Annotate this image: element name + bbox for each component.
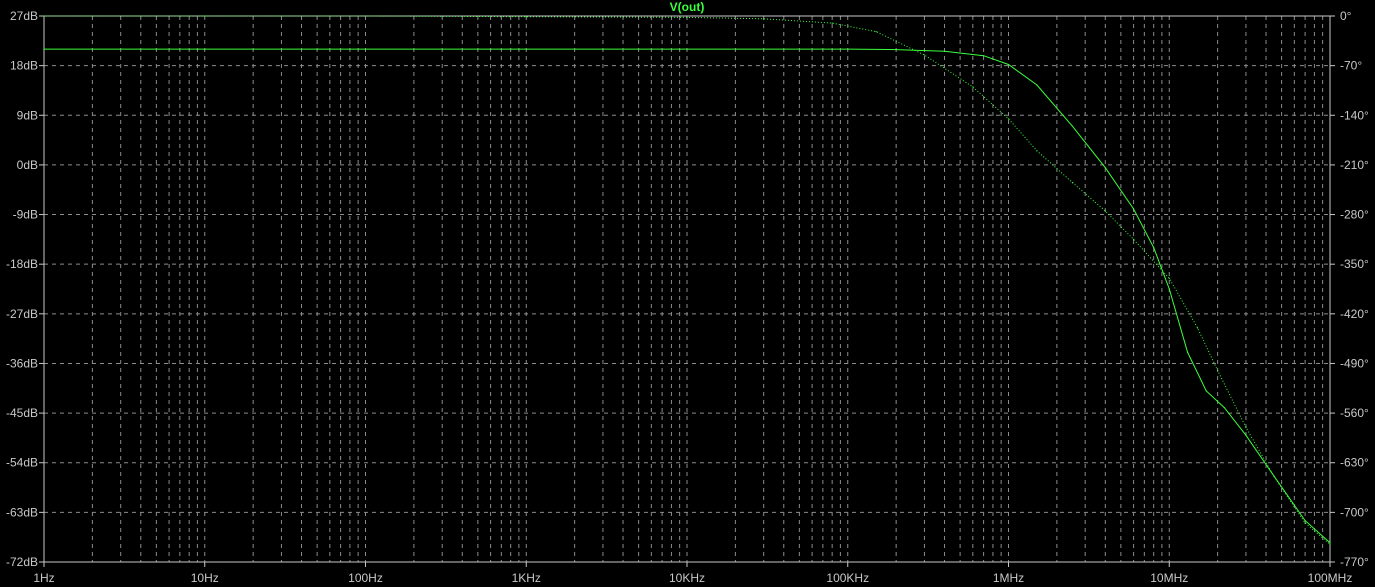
magnitude-data-point xyxy=(1304,520,1306,522)
y-right-tick-label: -350° xyxy=(1340,257,1369,271)
y-right-tick-label: -420° xyxy=(1340,307,1369,321)
x-tick-label: 10KHz xyxy=(669,571,705,585)
magnitude-data-point xyxy=(1186,351,1189,354)
phase-data-point xyxy=(1071,182,1074,184)
y-right-tick-label: -70° xyxy=(1340,59,1362,73)
phase-data-point xyxy=(525,16,527,18)
y-left-tick-label: -36dB xyxy=(6,356,38,370)
y-right-tick-label: -280° xyxy=(1340,208,1369,222)
y-right-tick-label: -140° xyxy=(1340,108,1369,122)
y-left-tick-label: -18dB xyxy=(6,257,38,271)
phase-data-point xyxy=(43,15,45,17)
magnitude-data-point xyxy=(1205,390,1207,392)
phase-data-point xyxy=(875,31,877,33)
y-right-tick-label: -490° xyxy=(1340,356,1369,370)
magnitude-data-point xyxy=(43,48,45,50)
y-right-tick-label: -630° xyxy=(1340,456,1369,470)
phase-data-point xyxy=(972,86,974,88)
phase-data-point xyxy=(686,16,688,19)
y-left-tick-label: -9dB xyxy=(13,208,38,222)
magnitude-data-point xyxy=(1036,84,1038,86)
x-tick-label: 1KHz xyxy=(512,571,541,585)
magnitude-data-point xyxy=(1223,406,1225,409)
magnitude-data-point xyxy=(943,50,946,52)
phase-data-point xyxy=(1329,543,1331,545)
magnitude-data-point xyxy=(686,48,688,50)
x-tick-label: 1Hz xyxy=(33,571,54,585)
x-tick-label: 10MHz xyxy=(1150,571,1188,585)
y-right-tick-label: 0° xyxy=(1340,9,1352,23)
y-left-tick-label: 9dB xyxy=(17,108,38,122)
phase-data-point xyxy=(831,22,833,24)
magnitude-data-point xyxy=(1104,167,1106,169)
y-left-tick-label: -27dB xyxy=(6,307,38,321)
x-tick-label: 1MHz xyxy=(993,571,1024,585)
x-tick-label: 10Hz xyxy=(191,571,219,585)
y-left-tick-label: -54dB xyxy=(6,456,38,470)
x-tick-label: 100KHz xyxy=(826,571,869,585)
magnitude-data-point xyxy=(1132,208,1135,210)
x-tick-label: 100Hz xyxy=(348,571,383,585)
magnitude-data-point xyxy=(1153,247,1155,249)
grid-lines xyxy=(44,16,1330,562)
y-left-tick-label: -45dB xyxy=(6,406,38,420)
phase-data-point xyxy=(204,15,206,17)
y-right-tick-label: -210° xyxy=(1340,158,1369,172)
phase-data-point xyxy=(364,15,367,17)
magnitude-data-point xyxy=(895,49,897,51)
chart-title: V(out) xyxy=(670,0,705,14)
phase-data-point xyxy=(763,18,765,20)
phase-data-point xyxy=(1245,426,1247,428)
phase-data-point xyxy=(1007,118,1010,120)
phase-data-point xyxy=(1304,522,1306,524)
phase-data-point xyxy=(1217,369,1219,372)
magnitude-data-point xyxy=(1168,288,1170,290)
magnitude-data-point xyxy=(525,48,527,50)
y-left-tick-label: 18dB xyxy=(10,59,38,73)
phase-data-point xyxy=(1168,277,1170,279)
y-right-tick-label: -700° xyxy=(1340,505,1369,519)
bode-plot: 27dB 0° 18dB -70° 9dB -140° 0dB -210° -9dB -280° -… xyxy=(6,0,1369,585)
magnitude-data-point xyxy=(1007,63,1010,66)
x-tick-label: 100MHz xyxy=(1308,571,1353,585)
y-right-tick-label: -560° xyxy=(1340,406,1369,420)
y-left-tick-label: -63dB xyxy=(6,505,38,519)
magnitude-data-point xyxy=(982,55,985,57)
y-left-tick-label: -72dB xyxy=(6,555,38,569)
phase-data-point xyxy=(1036,150,1038,152)
y-right-tick-label: -770° xyxy=(1340,555,1369,569)
phase-data-point xyxy=(1196,327,1199,329)
y-left-tick-label: 0dB xyxy=(17,158,38,172)
y-left-tick-label: 27dB xyxy=(10,9,38,23)
phase-data-point xyxy=(1132,238,1135,240)
phase-data-point xyxy=(923,54,926,56)
phase-data-point xyxy=(1273,476,1275,478)
magnitude-data-point xyxy=(1071,125,1074,127)
phase-data-point xyxy=(1104,210,1106,212)
magnitude-data-point xyxy=(1329,542,1331,544)
magnitude-data-point xyxy=(1245,434,1247,436)
magnitude-data-point xyxy=(204,48,206,50)
magnitude-data-point xyxy=(847,48,849,50)
magnitude-data-point xyxy=(364,48,367,50)
